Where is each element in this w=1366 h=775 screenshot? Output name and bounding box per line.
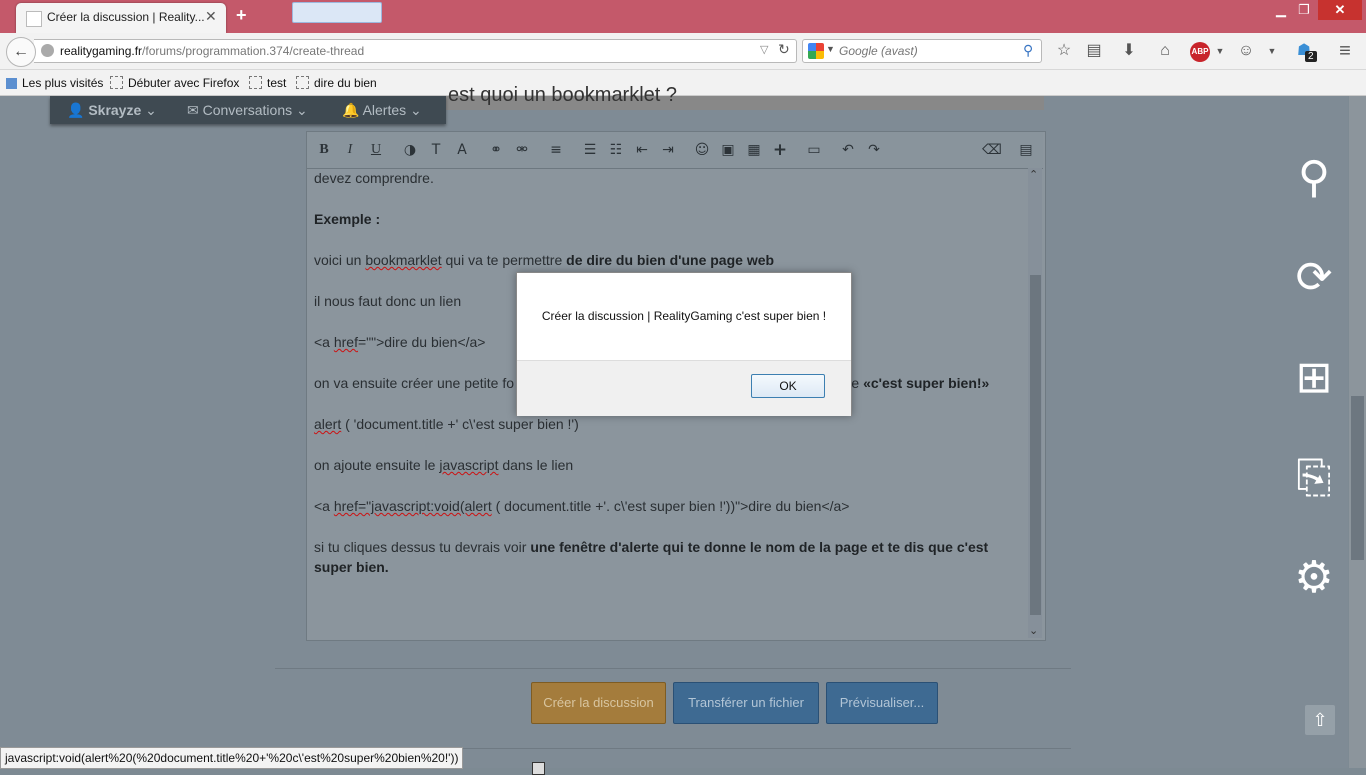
editor-scroll-thumb[interactable]	[1030, 275, 1041, 615]
align-icon[interactable]: ≡	[546, 141, 566, 159]
url-path: /forums/programmation.374/create-thread	[142, 44, 365, 58]
settings-gear-icon[interactable]: ⚙	[1288, 552, 1340, 604]
outdent-icon[interactable]: ⇤	[632, 141, 652, 159]
url-dropdown-icon[interactable]: ▽	[760, 43, 768, 56]
insert-icon[interactable]: +	[770, 141, 790, 159]
divider	[275, 668, 1071, 669]
bookmark-dire-du-bien[interactable]: dire du bien	[296, 76, 377, 90]
paragraph: <a href="javascript:void(alert ( documen…	[314, 498, 850, 514]
addon-badge: 2	[1305, 51, 1317, 62]
alerts-menu[interactable]: 🔔 Alertes ⌄	[342, 102, 422, 119]
bookmark-most-visited[interactable]: Les plus visités	[6, 76, 103, 90]
italic-button[interactable]: I	[340, 141, 360, 159]
scroll-down-icon[interactable]: ⌄	[1029, 624, 1038, 637]
maximize-button[interactable]: ❐	[1293, 0, 1315, 20]
checkbox[interactable]	[532, 762, 545, 775]
greasemonkey-dropdown-icon[interactable]: ▼	[1261, 40, 1283, 62]
undo-icon[interactable]: ↶	[838, 141, 858, 159]
windows-start-icon[interactable]: ⊞	[1288, 352, 1340, 404]
google-icon[interactable]	[808, 43, 824, 59]
paragraph: devez comprendre.	[314, 170, 434, 186]
numbered-list-icon[interactable]: ☷	[606, 141, 626, 159]
conversations-menu[interactable]: ✉ Conversations ⌄	[187, 102, 308, 119]
user-menu[interactable]: 👤 Skrayze ⌄	[67, 102, 157, 119]
globe-icon	[41, 44, 54, 57]
bookmark-getting-started[interactable]: Débuter avec Firefox	[110, 76, 239, 90]
download-icon[interactable]: ⬇	[1118, 40, 1140, 62]
upload-file-button[interactable]: Transférer un fichier	[673, 682, 819, 724]
bookmark-star-icon[interactable]: ☆	[1053, 40, 1075, 62]
url-host: realitygaming.fr	[60, 44, 143, 58]
page-favicon-icon	[26, 11, 42, 27]
minimize-button[interactable]: ▁	[1270, 0, 1292, 20]
alert-message: Créer la discussion | RealityGaming c'es…	[541, 309, 827, 323]
bookmark-icon	[110, 76, 123, 89]
search-charm-icon[interactable]: ⚲	[1288, 152, 1340, 204]
abp-dropdown-icon[interactable]: ▼	[1209, 40, 1231, 62]
devices-charm-icon[interactable]: ⎘	[1288, 452, 1340, 504]
status-bar: javascript:void(alert%20(%20document.tit…	[0, 747, 464, 769]
bookmark-icon	[249, 76, 262, 89]
back-button[interactable]: ←	[6, 37, 36, 67]
bookmark-icon	[296, 76, 309, 89]
home-icon[interactable]: ⌂	[1154, 40, 1176, 62]
most-visited-icon	[6, 78, 17, 89]
bookmark-test[interactable]: test	[249, 76, 286, 90]
scroll-to-top-button[interactable]: ⇧	[1305, 705, 1335, 735]
scroll-up-icon[interactable]: ⌃	[1029, 168, 1038, 181]
create-thread-button[interactable]: Créer la discussion	[531, 682, 666, 724]
bookmarks-bar: Les plus visités Débuter avec Firefox	[0, 70, 1366, 96]
paragraph: voici un bookmarklet qui va te permettre…	[314, 252, 775, 268]
font-family-icon[interactable]: A	[452, 141, 472, 159]
smiley-icon[interactable]: ☺	[692, 141, 712, 159]
close-window-button[interactable]: ✕	[1318, 0, 1362, 20]
paragraph: si tu cliques dessus tu devrais voir une…	[314, 539, 989, 575]
redo-icon[interactable]: ↷	[864, 141, 884, 159]
new-tab-button[interactable]: +	[236, 5, 247, 26]
search-icon[interactable]: ⚲	[1023, 42, 1033, 59]
color-icon[interactable]: ◑	[400, 141, 420, 159]
tab-title: Créer la discussion | Reality...	[47, 10, 205, 24]
ok-button[interactable]: OK	[751, 374, 825, 398]
search-engine-dropdown-icon[interactable]: ▼	[826, 44, 835, 54]
browser-tab[interactable]: Créer la discussion | Reality... ✕	[16, 3, 226, 33]
tab-close-icon[interactable]: ✕	[205, 8, 217, 25]
media-icon[interactable]: ▦	[744, 141, 764, 159]
bbcode-toggle-icon[interactable]: ▤	[1016, 141, 1036, 159]
paragraph: on ajoute ensuite le javascript dans le …	[314, 457, 574, 473]
page-scroll-thumb[interactable]	[1351, 396, 1364, 560]
url-text: realitygaming.fr/forums/programmation.37…	[60, 44, 364, 58]
indent-icon[interactable]: ⇥	[658, 141, 678, 159]
reload-icon[interactable]: ↻	[778, 41, 790, 58]
font-size-icon[interactable]: T	[426, 141, 446, 159]
paragraph: Exemple :	[314, 211, 381, 227]
search-placeholder: Google (avast)	[839, 44, 918, 58]
editor-toolbar: B I U ◑ T A ⚭ ⚮ ≡ ☰ ☷ ⇤ ⇥ ☺ ▣ ▦ + ▭ ↶ ↷ …	[307, 132, 1043, 169]
share-charm-icon[interactable]: ⟳	[1288, 252, 1340, 304]
url-bar[interactable]: realitygaming.fr/forums/programmation.37…	[34, 39, 797, 63]
menu-icon[interactable]: ≡	[1334, 40, 1356, 62]
save-draft-icon[interactable]: ▭	[804, 141, 824, 159]
link-icon[interactable]: ⚭	[486, 141, 506, 159]
reading-list-icon[interactable]: ▤	[1083, 40, 1105, 62]
image-icon[interactable]: ▣	[718, 141, 738, 159]
underline-button[interactable]: U	[366, 141, 386, 159]
preview-button[interactable]: Prévisualiser...	[826, 682, 938, 724]
unlink-icon[interactable]: ⚮	[512, 141, 532, 159]
adblock-icon[interactable]: ABP	[1190, 42, 1210, 62]
bullet-list-icon[interactable]: ☰	[580, 141, 600, 159]
greasemonkey-icon[interactable]: ☺	[1235, 40, 1257, 62]
bold-button[interactable]: B	[314, 141, 334, 159]
remove-format-icon[interactable]: ⌫	[982, 141, 1002, 159]
paragraph: alert ( 'document.title +' c\'est super …	[314, 416, 579, 432]
search-bar[interactable]: ▼ Google (avast) ⚲	[802, 39, 1042, 63]
bookmark-active-highlight	[292, 2, 382, 23]
user-navigation: 👤 Skrayze ⌄ ✉ Conversations ⌄ 🔔 Alertes …	[50, 96, 446, 124]
thread-title-text: est quoi un bookmarklet ?	[448, 84, 678, 106]
